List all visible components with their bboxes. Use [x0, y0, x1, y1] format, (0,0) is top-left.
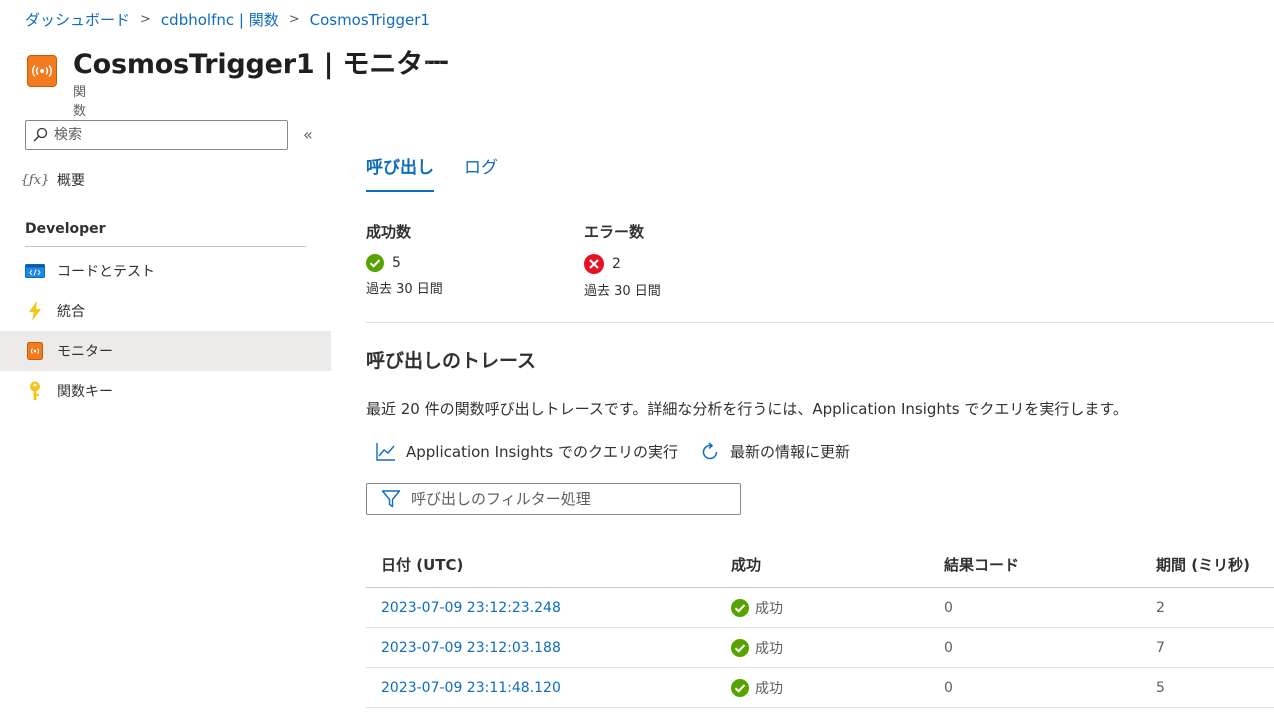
invocation-date-link[interactable]: 2023-07-09 23:12:23.248 [381, 588, 561, 627]
run-query-label: Application Insights でのクエリの実行 [406, 443, 678, 461]
breadcrumb-function[interactable]: CosmosTrigger1 [310, 11, 430, 29]
function-monitor-icon [27, 55, 57, 87]
table-row: 2023-07-09 23:11:48.120 成功 0 5 [366, 668, 1274, 708]
invocations-table: 日付 (UTC) 成功 結果コード 期間 (ミリ秒) 2023-07-09 23… [366, 542, 1274, 708]
success-check-icon [366, 254, 384, 272]
breadcrumb-function-app[interactable]: cdbholfnc | 関数 [161, 9, 279, 30]
sidebar-item-overview[interactable]: {ƒx} 概要 [0, 160, 331, 200]
column-header-success[interactable]: 成功 [731, 542, 761, 587]
invocation-status: 成功 [755, 680, 783, 697]
page-title: CosmosTrigger1 | モニター [73, 49, 450, 80]
refresh-label: 最新の情報に更新 [730, 443, 851, 461]
success-check-icon [731, 678, 749, 697]
error-x-icon [584, 254, 604, 274]
invocation-filter[interactable] [366, 483, 741, 515]
sidebar-item-function-keys[interactable]: 関数キー [0, 371, 331, 411]
invocation-result-code: 0 [944, 679, 953, 696]
toolbar: Application Insights でのクエリの実行 最新の情報に更新 [376, 441, 872, 462]
run-query-button[interactable]: Application Insights でのクエリの実行 [376, 441, 678, 462]
sidebar-item-label: 統合 [57, 304, 85, 320]
invocation-status: 成功 [755, 640, 783, 657]
tab-logs[interactable]: ログ [464, 153, 498, 192]
invocation-traces-description: 最近 20 件の関数呼び出しトレースです。詳細な分析を行うには、Applicat… [366, 400, 1128, 418]
table-row: 2023-07-09 23:12:23.248 成功 0 2 [366, 588, 1274, 628]
table-row: 2023-07-09 23:12:03.188 成功 0 7 [366, 628, 1274, 668]
invocation-date-link[interactable]: 2023-07-09 23:11:48.120 [381, 668, 561, 707]
page-subtitle: 関数 [73, 85, 87, 119]
sidebar-item-monitor[interactable]: モニター [0, 331, 331, 371]
invocation-duration: 2 [1156, 599, 1165, 616]
sidebar-section-developer: Developer [25, 221, 306, 247]
sidebar-item-integration[interactable]: 統合 [0, 291, 331, 331]
more-options-button[interactable]: … [425, 48, 443, 69]
column-header-date[interactable]: 日付 (UTC) [381, 542, 463, 587]
chevron-right-icon: > [140, 12, 151, 27]
sidebar-item-label: モニター [57, 344, 113, 360]
column-header-result-code[interactable]: 結果コード [944, 542, 1019, 587]
column-header-duration[interactable]: 期間 (ミリ秒) [1156, 542, 1250, 587]
success-count-card: 成功数 5 過去 30 日間 [366, 221, 443, 297]
error-count-card: エラー数 2 過去 30 日間 [584, 221, 661, 299]
collapse-sidebar-button[interactable]: « [303, 125, 313, 144]
invocation-duration: 7 [1156, 639, 1165, 656]
breadcrumb: ダッシュボード > cdbholfnc | 関数 > CosmosTrigger… [25, 9, 430, 30]
success-check-icon [731, 638, 749, 657]
success-count-label: 成功数 [366, 223, 412, 241]
lightning-icon [25, 301, 45, 321]
search-icon [33, 127, 48, 142]
tab-invocations[interactable]: 呼び出し [366, 153, 434, 192]
invocation-status: 成功 [755, 600, 783, 617]
error-count-label: エラー数 [584, 223, 645, 241]
success-check-icon [731, 598, 749, 617]
invocation-result-code: 0 [944, 599, 953, 616]
breadcrumb-dashboard[interactable]: ダッシュボード [25, 9, 130, 30]
invocation-traces-title: 呼び出しのトレース [366, 350, 537, 372]
invocation-result-code: 0 [944, 639, 953, 656]
invocation-date-link[interactable]: 2023-07-09 23:12:03.188 [381, 628, 561, 667]
divider [366, 322, 1274, 323]
code-icon [25, 261, 45, 281]
table-header-row: 日付 (UTC) 成功 結果コード 期間 (ミリ秒) [366, 542, 1274, 588]
sidebar-item-label: コードとテスト [57, 264, 155, 280]
invocation-filter-input[interactable] [411, 490, 731, 508]
error-count-period: 過去 30 日間 [584, 284, 661, 299]
refresh-button[interactable]: 最新の情報に更新 [700, 441, 850, 462]
sidebar-item-label: 概要 [57, 173, 85, 189]
success-count-period: 過去 30 日間 [366, 282, 443, 297]
function-fx-icon: {ƒx} [20, 172, 50, 188]
sidebar-search[interactable] [25, 120, 288, 150]
chevron-right-icon: > [288, 12, 300, 27]
key-icon [25, 381, 45, 401]
refresh-icon [702, 441, 718, 459]
chart-line-icon [376, 442, 395, 461]
tab-bar: 呼び出し ログ [366, 153, 528, 192]
monitor-icon [25, 341, 45, 361]
invocation-duration: 5 [1156, 679, 1165, 696]
sidebar-search-input[interactable] [54, 127, 274, 143]
filter-icon [381, 490, 401, 508]
error-count-value: 2 [612, 256, 621, 272]
sidebar-item-label: 関数キー [57, 384, 113, 400]
success-count-value: 5 [392, 255, 401, 271]
sidebar-item-code-test[interactable]: コードとテスト [0, 251, 331, 291]
